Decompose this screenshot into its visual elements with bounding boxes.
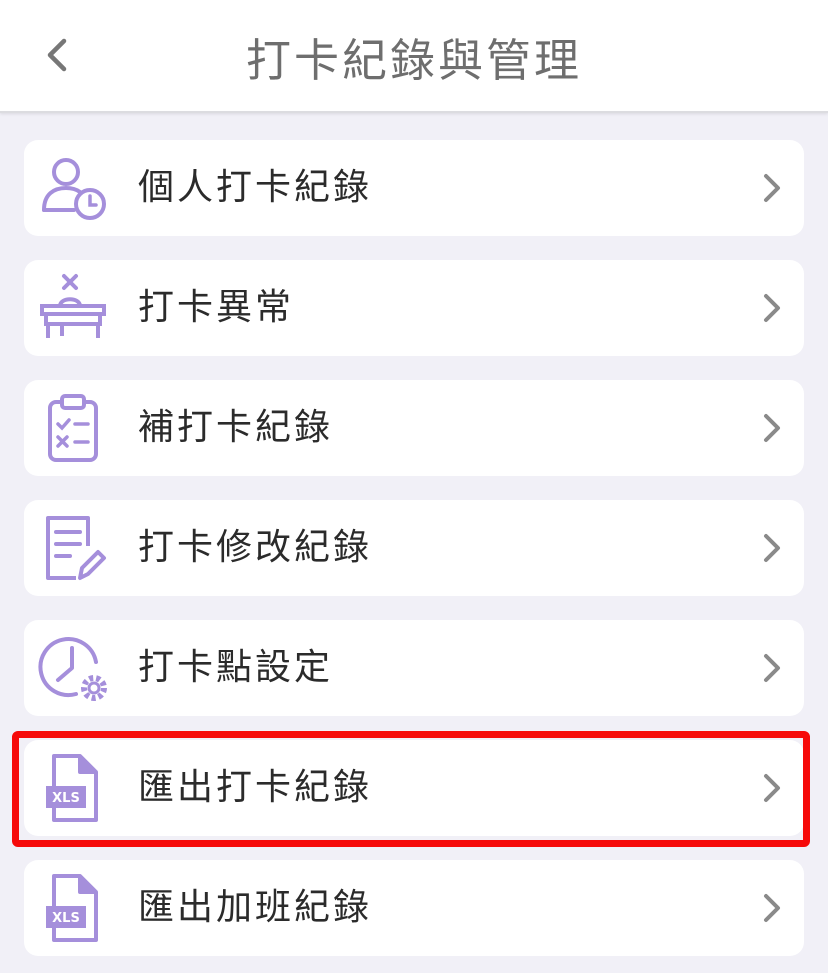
xls-badge-text: XLS — [52, 791, 80, 806]
page-title: 打卡紀錄與管理 — [245, 34, 582, 87]
chevron-right-icon — [764, 774, 780, 802]
top-bar: 打卡紀錄與管理 — [0, 0, 828, 113]
menu-item-punch-exceptions[interactable]: 打卡異常 — [24, 260, 804, 356]
chevron-right-icon — [764, 534, 780, 562]
menu-item-export-punch-records[interactable]: XLS 匯出打卡紀錄 — [24, 740, 804, 836]
menu-item-label: 個人打卡紀錄 — [138, 167, 373, 208]
document-edit-icon — [46, 516, 106, 580]
chevron-right-icon — [764, 174, 780, 202]
chevron-right-icon — [764, 654, 780, 682]
menu-item-punch-point-settings[interactable]: 打卡點設定 — [24, 620, 804, 716]
menu-item-label: 打卡點設定 — [138, 647, 334, 688]
menu-item-label: 補打卡紀錄 — [138, 407, 334, 448]
menu-item-label: 匯出加班紀錄 — [138, 887, 373, 928]
xls-file-icon: XLS — [46, 754, 98, 822]
menu-item-label: 打卡異常 — [138, 287, 295, 328]
xls-badge-text: XLS — [52, 911, 80, 926]
clipboard-checklist-icon — [48, 394, 98, 462]
clock-gear-icon — [38, 637, 107, 701]
menu-item-personal-records[interactable]: 個人打卡紀錄 — [24, 140, 804, 236]
desk-x-icon — [40, 274, 106, 338]
menu-item-label: 打卡修改紀錄 — [138, 527, 373, 568]
menu-item-export-overtime-records[interactable]: XLS 匯出加班紀錄 — [24, 860, 804, 956]
menu-item-label: 匯出打卡紀錄 — [138, 767, 373, 808]
chevron-right-icon — [764, 294, 780, 322]
menu-item-makeup-records[interactable]: 補打卡紀錄 — [24, 380, 804, 476]
menu-item-modify-records[interactable]: 打卡修改紀錄 — [24, 500, 804, 596]
user-clock-icon — [42, 158, 106, 220]
chevron-right-icon — [764, 894, 780, 922]
xls-file-icon: XLS — [46, 874, 98, 942]
chevron-right-icon — [764, 414, 780, 442]
